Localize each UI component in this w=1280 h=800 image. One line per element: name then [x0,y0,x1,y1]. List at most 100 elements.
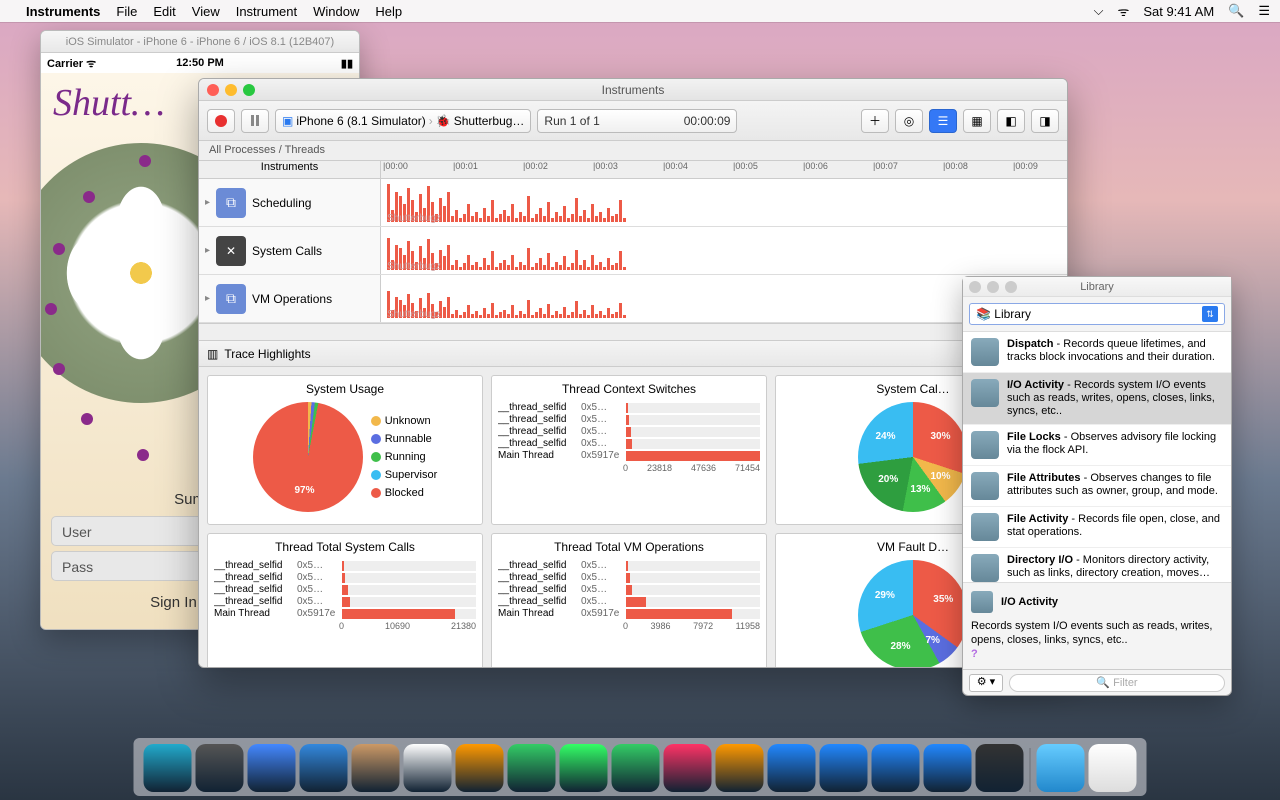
instrument-icon: ⧉ [216,188,246,218]
dock-separator [1030,748,1031,792]
resize-handle[interactable] [81,413,93,425]
track-footer [199,323,1067,341]
chart-title: Thread Context Switches [498,382,760,396]
trace-icon: ▥ [207,347,218,361]
remove-track-icon[interactable]: ✕ [216,236,246,266]
dock-app-messages[interactable] [560,744,608,792]
menu-window[interactable]: Window [313,4,359,19]
track-row[interactable]: ▸ ⧉ Scheduling Shutterbugz [199,179,1067,227]
breadcrumb[interactable]: All Processes / Threads [199,141,1067,161]
resize-handle[interactable] [83,191,95,203]
disclosure-icon[interactable]: ▸ [205,197,210,208]
dock-app-xcode-b[interactable] [872,744,920,792]
track-graph[interactable]: Shutterbugz [381,179,1067,226]
view-grid-button[interactable]: ▦ [963,109,991,133]
wifi-icon[interactable]: ᯤ [1117,2,1129,20]
library-titlebar[interactable]: Library [963,277,1231,297]
gear-button[interactable]: ⚙︎ ▾ [969,674,1003,692]
record-button[interactable] [207,109,235,133]
close-icon[interactable] [207,84,219,96]
resize-handle[interactable] [53,363,65,375]
chart-title: Thread Total VM Operations [498,540,760,554]
track-graph[interactable]: Shutterbugz [381,227,1067,274]
status-time: 12:50 PM [41,57,359,69]
dock-app-reminders[interactable] [456,744,504,792]
instruments-titlebar[interactable]: Instruments [199,79,1067,101]
library-item[interactable]: I/O Activity - Records system I/O events… [963,373,1231,425]
library-item[interactable]: File Locks - Observes advisory file lock… [963,425,1231,466]
menu-file[interactable]: File [116,4,137,19]
instruments-window: Instruments ▣ iPhone 6 (8.1 Simulator) ›… [198,78,1068,668]
airplay-icon[interactable]: ⌵ [1094,3,1104,19]
track-row[interactable]: ▸✕System Calls Shutterbugz [199,227,1067,275]
panel-right-button[interactable]: ◨ [1031,109,1059,133]
run-status[interactable]: Run 1 of 1 00:00:09 [537,109,737,133]
resize-handle[interactable] [137,449,149,461]
track-name: Scheduling [252,196,311,210]
chevron-updown-icon: ⇅ [1202,306,1218,322]
dock-app-contacts[interactable] [352,744,400,792]
library-item[interactable]: Dispatch - Records queue lifetimes, and … [963,332,1231,373]
disclosure-icon[interactable]: ▸ [205,245,210,256]
menu-view[interactable]: View [192,4,220,19]
dock-app-calendar[interactable] [404,744,452,792]
filter-input[interactable]: 🔍 Filter [1009,674,1225,692]
dock-app-xcode-a[interactable] [820,744,868,792]
app-menu[interactable]: Instruments [26,4,100,19]
instrument-icon: ⧉ [216,284,246,314]
trash-icon[interactable] [1089,744,1137,792]
dock-app-itunes[interactable] [664,744,712,792]
chart-panel: System Usage97%UnknownRunnableRunningSup… [207,375,483,525]
dock-app-xcode-d[interactable] [976,744,1024,792]
dock-app-launchpad[interactable] [196,744,244,792]
minimize-icon[interactable] [987,281,999,293]
track-row[interactable]: ▸⧉VM Operations Shutterbugz [199,275,1067,323]
resize-handle[interactable] [53,243,65,255]
dock-app-facetime[interactable] [612,744,660,792]
dock-app-mail[interactable] [300,744,348,792]
panel-left-button[interactable]: ◧ [997,109,1025,133]
pause-button[interactable] [241,109,269,133]
disclosure-icon[interactable]: ▸ [205,293,210,304]
resize-handle[interactable] [139,155,151,167]
menu-instrument[interactable]: Instrument [236,4,297,19]
simulator-titlebar[interactable]: iOS Simulator - iPhone 6 - iPhone 6 / iO… [41,31,359,53]
view-list-button[interactable]: ☰ [929,109,957,133]
clock[interactable]: Sat 9:41 AM [1143,4,1214,19]
library-item[interactable]: Directory I/O - Monitors directory activ… [963,548,1231,583]
instrument-icon [971,591,993,613]
notification-icon[interactable]: ☰ [1258,3,1270,19]
zoom-icon[interactable] [1005,281,1017,293]
instrument-icon [971,379,999,407]
dock [134,738,1147,796]
view-strategy-button[interactable]: ◎ [895,109,923,133]
chart-title: Thread Total System Calls [214,540,476,554]
dock-app-xcode-c[interactable] [924,744,972,792]
dock-app-safari[interactable] [248,744,296,792]
library-selector[interactable]: 📚 Library ⇅ [969,303,1225,325]
spotlight-icon[interactable]: 🔍 [1228,3,1244,19]
dock-app-finder[interactable] [144,744,192,792]
menu-edit[interactable]: Edit [153,4,175,19]
chart-panel: Thread Total System Calls__thread_selfid… [207,533,483,668]
chart-panel: Thread Total VM Operations__thread_selfi… [491,533,767,668]
detail-title: Trace Highlights [224,347,310,361]
close-icon[interactable] [969,281,981,293]
library-item[interactable]: File Activity - Records file open, close… [963,507,1231,548]
dock-app-ibooks[interactable] [716,744,764,792]
add-button[interactable]: ＋ [861,109,889,133]
resize-handle[interactable] [45,303,57,315]
library-item[interactable]: File Attributes - Observes changes to fi… [963,466,1231,507]
dock-app-appstore[interactable] [768,744,816,792]
zoom-icon[interactable] [243,84,255,96]
menu-help[interactable]: Help [375,4,402,19]
target-selector[interactable]: ▣ iPhone 6 (8.1 Simulator) › 🐞 Shutterbu… [275,109,531,133]
time-ruler[interactable]: |00:00 |00:01 |00:02 |00:03 |00:04 |00:0… [381,161,1067,178]
help-icon[interactable]: ? [971,647,1223,661]
instrument-icon [971,513,999,541]
library-list[interactable]: Dispatch - Records queue lifetimes, and … [963,331,1231,583]
downloads-stack[interactable] [1037,744,1085,792]
dock-app-maps[interactable] [508,744,556,792]
track-name: VM Operations [252,292,332,306]
minimize-icon[interactable] [225,84,237,96]
